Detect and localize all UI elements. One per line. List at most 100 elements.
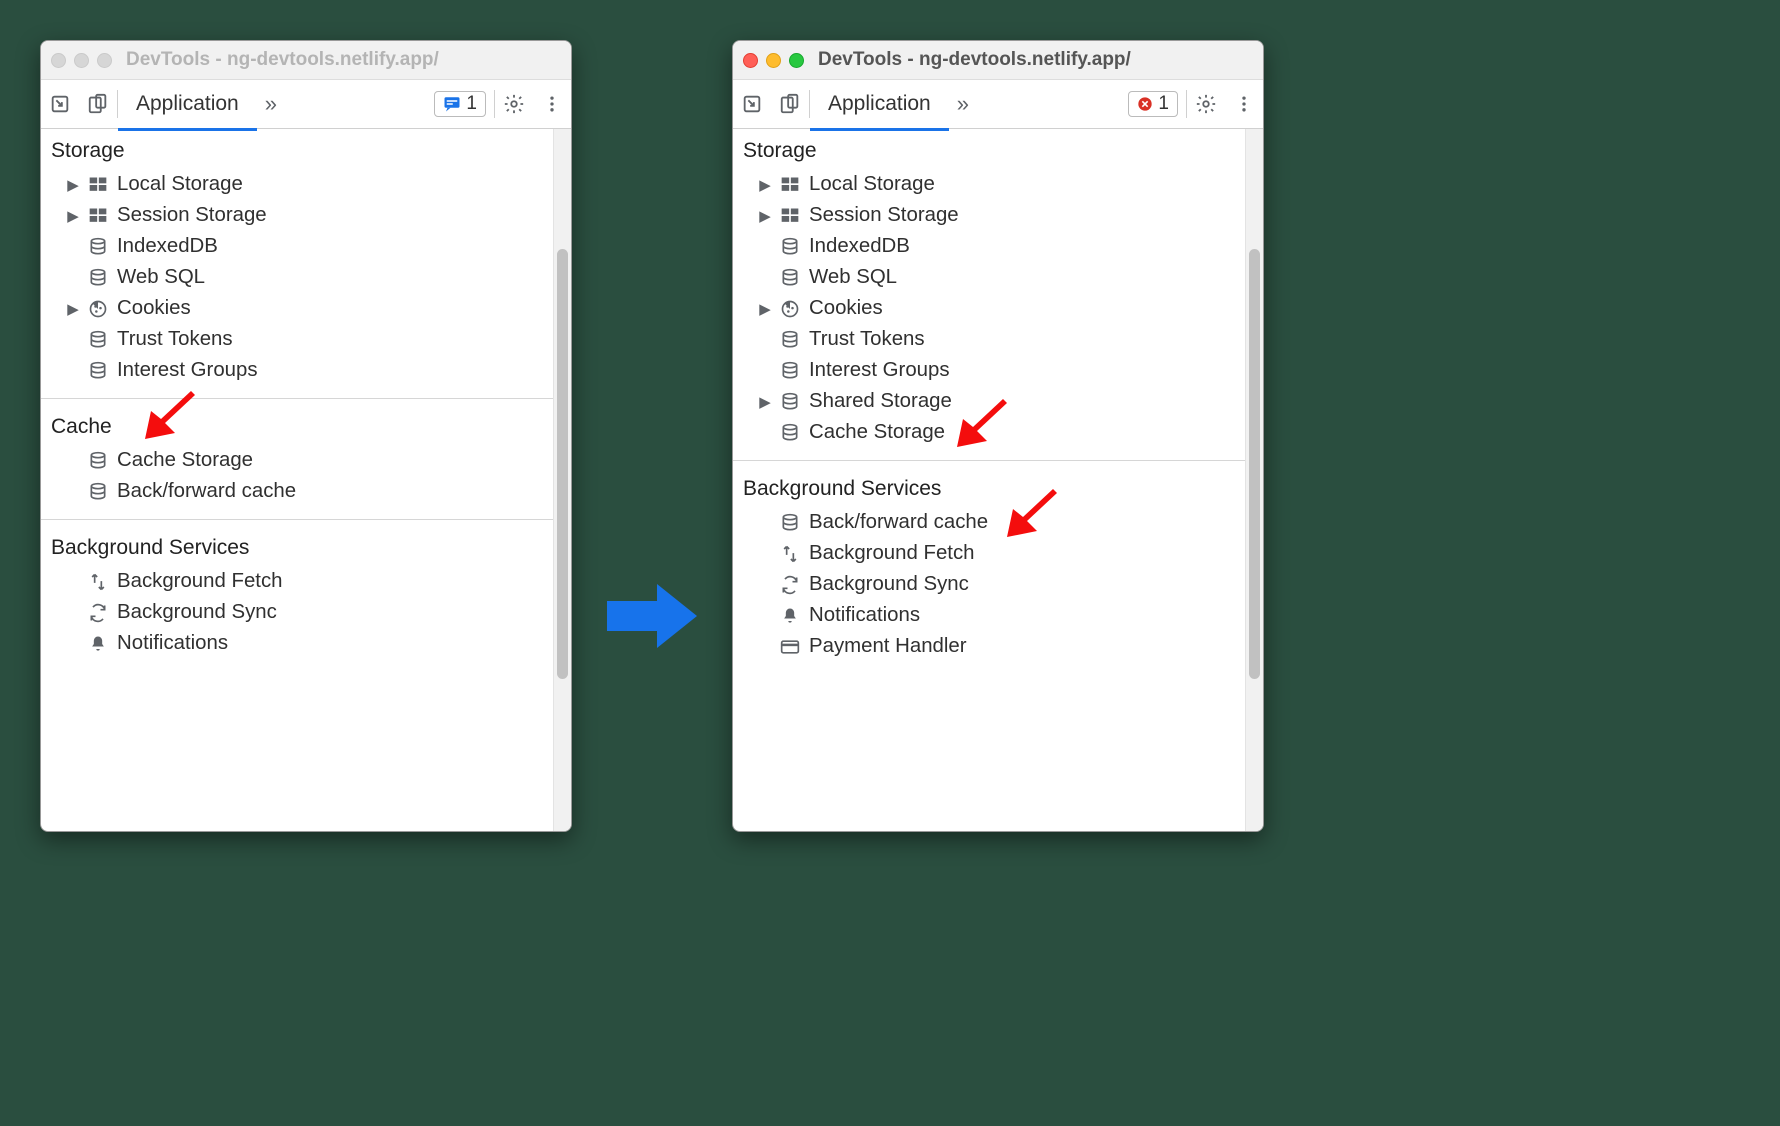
tree-item[interactable]: Back/forward cache — [733, 507, 1263, 538]
tab-application[interactable]: Application — [118, 80, 257, 131]
titlebar[interactable]: DevTools - ng-devtools.netlify.app/ — [733, 41, 1263, 80]
inspect-icon[interactable] — [733, 93, 771, 115]
toolbar: Application » 1 — [733, 80, 1263, 129]
caret-icon[interactable]: ▶ — [67, 300, 79, 318]
tree-item[interactable]: Background Sync — [733, 569, 1263, 600]
grid-icon — [87, 206, 109, 226]
tree-item[interactable]: Cache Storage — [41, 445, 571, 476]
db-icon — [779, 361, 801, 381]
tree-item[interactable]: Notifications — [733, 600, 1263, 631]
tree-item[interactable]: Interest Groups — [733, 355, 1263, 386]
tree-item-label: Back/forward cache — [117, 480, 296, 503]
sync-icon — [87, 603, 109, 623]
db-icon — [87, 361, 109, 381]
tree-item[interactable]: Background Fetch — [733, 538, 1263, 569]
more-tabs-icon[interactable]: » — [949, 91, 977, 117]
tree-item[interactable]: Trust Tokens — [41, 324, 571, 355]
more-icon[interactable] — [533, 94, 571, 114]
tree-item-label: Session Storage — [117, 204, 267, 227]
db-icon — [779, 423, 801, 443]
traffic-close-icon[interactable] — [743, 53, 758, 68]
db-icon — [87, 268, 109, 288]
caret-icon[interactable]: ▶ — [759, 300, 771, 318]
tree-item-label: Web SQL — [809, 266, 897, 289]
tree-item[interactable]: Web SQL — [41, 262, 571, 293]
traffic-close-icon[interactable] — [51, 53, 66, 68]
tree-item[interactable]: IndexedDB — [41, 231, 571, 262]
tree-item[interactable]: Web SQL — [733, 262, 1263, 293]
gear-icon[interactable] — [1187, 93, 1225, 115]
tree-item[interactable]: Background Fetch — [41, 566, 571, 597]
tree-item-label: Interest Groups — [117, 359, 258, 382]
tree-item[interactable]: Trust Tokens — [733, 324, 1263, 355]
tree-item[interactable]: ▶Cookies — [41, 293, 571, 324]
tree-item[interactable]: Background Sync — [41, 597, 571, 628]
tree-item[interactable]: Payment Handler — [733, 631, 1263, 662]
window-right: DevTools - ng-devtools.netlify.app/ Appl… — [732, 40, 1264, 832]
more-tabs-icon[interactable]: » — [257, 91, 285, 117]
tree-item-label: Local Storage — [809, 173, 935, 196]
tree-item-label: Background Sync — [809, 573, 969, 596]
tree-item-label: IndexedDB — [809, 235, 910, 258]
tree-item[interactable]: ▶ Local Storage — [733, 169, 1263, 200]
tree-item[interactable]: ▶Shared Storage — [733, 386, 1263, 417]
issues-badge[interactable]: 1 — [434, 91, 486, 117]
sidebar: Storage▶Local Storage▶Session StorageInd… — [733, 129, 1263, 831]
db-icon — [87, 330, 109, 350]
db-icon — [779, 268, 801, 288]
traffic-lights[interactable] — [51, 53, 112, 68]
tree-item[interactable]: Back/forward cache — [41, 476, 571, 507]
window-title: DevTools - ng-devtools.netlify.app/ — [126, 49, 439, 71]
section-title: Cache — [41, 405, 571, 445]
tree-item[interactable]: ▶ Session Storage — [733, 200, 1263, 231]
tree-item[interactable]: Notifications — [41, 628, 571, 659]
traffic-max-icon[interactable] — [97, 53, 112, 68]
caret-icon[interactable]: ▶ — [67, 207, 79, 225]
caret-icon[interactable]: ▶ — [67, 176, 79, 194]
tree-item-label: Background Fetch — [117, 570, 283, 593]
caret-icon[interactable]: ▶ — [759, 207, 771, 225]
message-icon — [443, 95, 461, 113]
device-icon[interactable] — [771, 93, 809, 115]
grid-icon — [87, 175, 109, 195]
tree-item-label: Trust Tokens — [809, 328, 925, 351]
errors-badge[interactable]: 1 — [1128, 91, 1178, 117]
traffic-min-icon[interactable] — [74, 53, 89, 68]
device-icon[interactable] — [79, 93, 117, 115]
tree-item[interactable]: Interest Groups — [41, 355, 571, 386]
traffic-max-icon[interactable] — [789, 53, 804, 68]
tree-item-label: Interest Groups — [809, 359, 950, 382]
tree-item[interactable]: ▶Local Storage — [41, 169, 571, 200]
sync-icon — [779, 575, 801, 595]
tree-item[interactable]: ▶Cookies — [733, 293, 1263, 324]
tree-item[interactable]: Cache Storage — [733, 417, 1263, 448]
tree-item-label: Background Fetch — [809, 542, 975, 565]
db-icon — [779, 513, 801, 533]
tree-item[interactable]: ▶ Session Storage — [41, 200, 571, 231]
tree-item-label: Web SQL — [117, 266, 205, 289]
db-icon — [779, 330, 801, 350]
tree-item-label: Notifications — [809, 604, 920, 627]
grid-icon — [779, 175, 801, 195]
gear-icon[interactable] — [495, 93, 533, 115]
traffic-lights[interactable] — [743, 53, 804, 68]
titlebar[interactable]: DevTools - ng-devtools.netlify.app/ — [41, 41, 571, 80]
more-icon[interactable] — [1225, 94, 1263, 114]
caret-icon[interactable]: ▶ — [759, 393, 771, 411]
traffic-min-icon[interactable] — [766, 53, 781, 68]
grid-icon — [779, 206, 801, 226]
tree-item-label: Background Sync — [117, 601, 277, 624]
card-icon — [779, 637, 801, 657]
cookie-icon — [779, 299, 801, 319]
db-icon — [779, 392, 801, 412]
toolbar: Application » 1 — [41, 80, 571, 129]
caret-icon[interactable]: ▶ — [759, 176, 771, 194]
tree-item[interactable]: IndexedDB — [733, 231, 1263, 262]
inspect-icon[interactable] — [41, 93, 79, 115]
tree-item-label: Session Storage — [809, 204, 959, 227]
transition-arrow-icon — [602, 576, 702, 656]
db-icon — [87, 237, 109, 257]
tab-application[interactable]: Application — [810, 80, 949, 131]
tree-item-label: Back/forward cache — [809, 511, 988, 534]
window-left: DevTools - ng-devtools.netlify.app/ Appl… — [40, 40, 572, 832]
